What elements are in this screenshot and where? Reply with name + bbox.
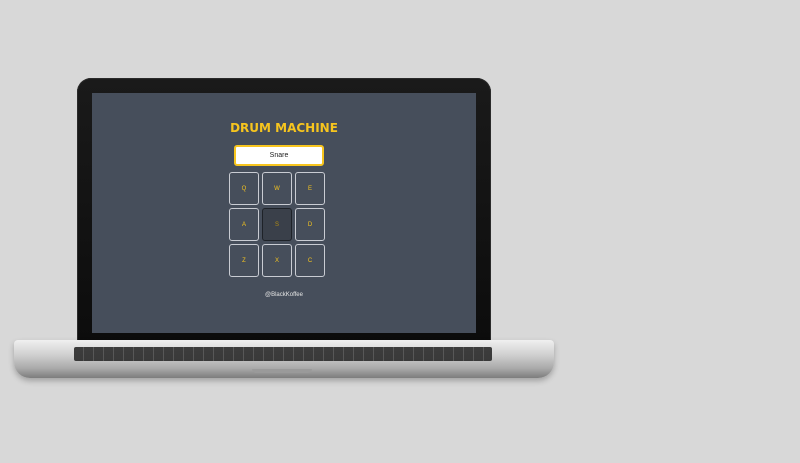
app-title: DRUM MACHINE [230,121,338,135]
drum-pad-d[interactable]: D [295,208,325,241]
drum-pad-c[interactable]: C [295,244,325,277]
laptop-keyboard [74,347,492,361]
laptop-base [14,340,554,378]
drum-pad-s[interactable]: S [262,208,292,241]
drum-pad-w[interactable]: W [262,172,292,205]
drum-pad-a[interactable]: A [229,208,259,241]
drum-pad-z[interactable]: Z [229,244,259,277]
drum-pad-e[interactable]: E [295,172,325,205]
drum-pad-grid: Q W E A S D Z X C [229,172,325,278]
author-credit: @BlackKoffee [264,292,303,298]
app-screen: DRUM MACHINE Snare Q W E A S D Z X C @Bl… [92,93,476,333]
sound-display: Snare [234,145,324,166]
drum-pad-q[interactable]: Q [229,172,259,205]
drum-pad-x[interactable]: X [262,244,292,277]
laptop-notch [252,369,312,373]
